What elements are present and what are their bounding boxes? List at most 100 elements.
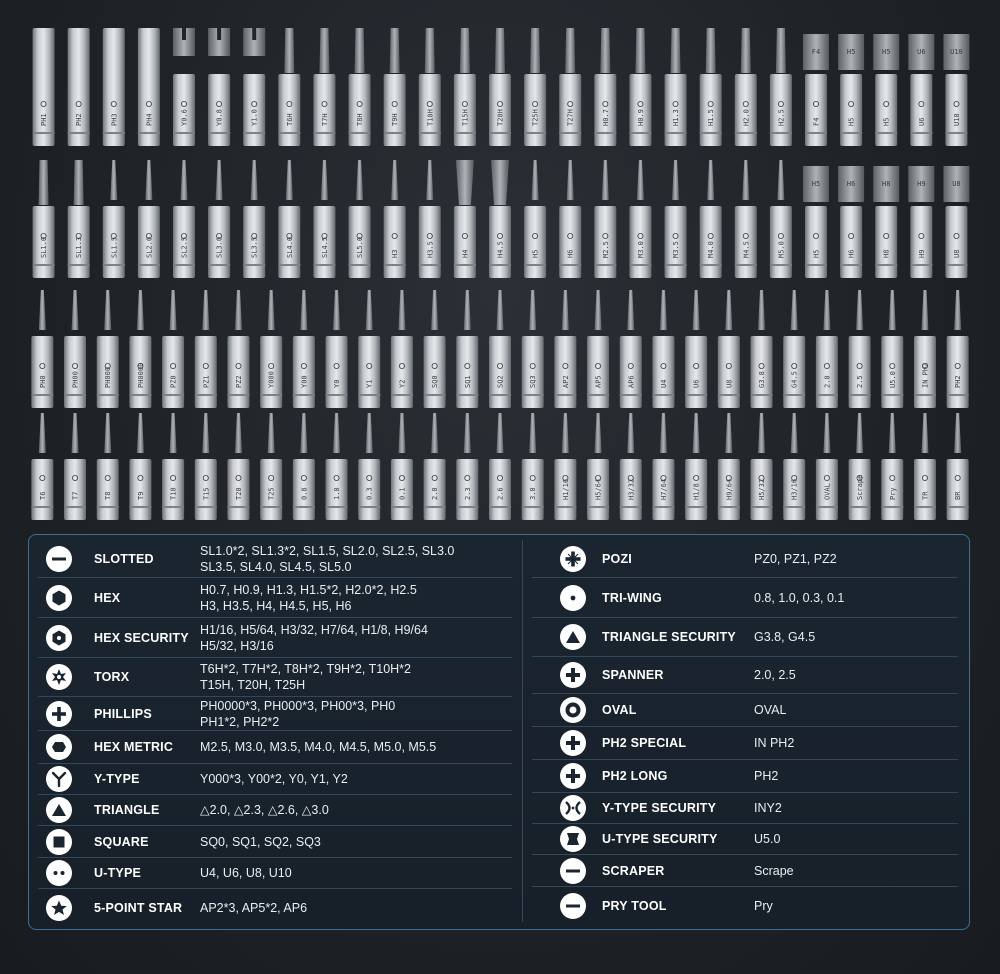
bit-sizes-line: Pry [754, 899, 773, 913]
driver-bit: SL3.0 [208, 160, 231, 278]
driver-bit: U5.0 [881, 290, 904, 408]
bit-sizes-line: H1/16, H5/64, H3/32, H7/64, H1/8, H9/64 [200, 622, 428, 637]
driver-bit: T8H [348, 28, 371, 146]
bit-label: M4.5 [742, 241, 750, 258]
bit-sizes: △2.0, △2.3, △2.6, △3.0 [200, 802, 329, 818]
driver-bit: H0.7 [594, 28, 617, 146]
tri-wing-icon [560, 584, 586, 611]
driver-bit: SL2.5 [173, 160, 195, 278]
driver-bit: SQ1 [456, 290, 479, 408]
bit-label: H6 [848, 250, 856, 258]
bit-label: SQ3 [529, 375, 537, 388]
bit-label: M5.0 [777, 241, 785, 258]
y-type-security-icon [560, 795, 586, 821]
right-spec-row: Y-TYPE SECURITY INY2 [532, 793, 958, 824]
hex-security-icon [46, 624, 72, 651]
driver-bit: Y00 [292, 290, 315, 408]
bit-label: M3.5 [672, 241, 680, 258]
driver-bit: M3.0 [629, 160, 652, 278]
bit-sizes-line: PH0000*3, PH000*3, PH00*3, PH0 [200, 698, 396, 713]
driver-bit: H5 H5 [803, 166, 829, 278]
bit-sizes: PH2 [754, 768, 778, 784]
socket-mark: U6 [917, 48, 925, 56]
right-spec-row: TRI-WING 0.8, 1.0, 0.3, 0.1 [532, 578, 958, 618]
bit-label: H5/32 [758, 479, 766, 500]
bit-type-name: SLOTTED [94, 551, 154, 566]
socket-mark: U8 [952, 180, 960, 188]
driver-bit: H2.5 [769, 28, 792, 146]
u-type-security-icon [560, 826, 586, 852]
bit-sizes: U4, U6, U8, U10 [200, 865, 292, 881]
driver-bit: H1/8 [685, 413, 708, 520]
bit-label: SL3.0 [216, 237, 224, 258]
bit-label: TR [921, 491, 929, 500]
triangle-security-icon [560, 624, 586, 650]
bit-label: AP2 [562, 375, 570, 388]
bit-label: PH1 [40, 113, 48, 126]
socket-mark: H9 [917, 180, 925, 188]
bit-label: H2.5 [777, 109, 785, 126]
bit-label: PH0000 [137, 363, 145, 388]
bit-label: SQ2 [497, 375, 505, 388]
bit-label: PZ2 [235, 375, 243, 388]
bit-type-name: PH2 SPECIAL [602, 736, 687, 750]
bit-label: G4.5 [791, 371, 799, 388]
bit-sizes-line: △2.0, △2.3, △2.6, △3.0 [200, 803, 329, 817]
driver-bit: 1.0 [325, 413, 348, 520]
bit-sizes: SL1.0*2, SL1.3*2, SL1.5, SL2.0, SL2.5, S… [200, 543, 454, 575]
driver-bit: 2.3 [456, 413, 479, 520]
driver-bit: PH2 [67, 28, 90, 146]
bit-type-name: SQUARE [94, 834, 149, 849]
bit-type-name: TORX [94, 670, 130, 684]
driver-bit: U6 U6 [908, 34, 935, 146]
bit-label: U4 [660, 380, 668, 388]
bit-display: PH1 PH2 PH3 PH4 Y0.6 Y0.8 Y1.0 T6H T7H T8H T9H T10H… [31, 28, 970, 520]
bit-type-name: TRIANGLE SECURITY [602, 630, 736, 644]
bit-label: M3.0 [637, 241, 645, 258]
socket-mark: F4 [812, 48, 820, 56]
bit-type-name: U-TYPE SECURITY [602, 832, 718, 846]
driver-bit: T25H [524, 28, 547, 146]
star-icon [46, 894, 72, 921]
bit-label: H4.5 [497, 241, 505, 258]
bit-label: H1.3 [672, 109, 680, 126]
bit-label: G3.8 [758, 371, 766, 388]
bit-sizes-line: H0.7, H0.9, H1.3, H1.5*2, H2.0*2, H2.5 [200, 582, 417, 597]
driver-bit: T25 [260, 413, 283, 520]
bit-sizes: H0.7, H0.9, H1.3, H1.5*2, H2.0*2, H2.5 H3… [200, 582, 417, 614]
u-type-icon [46, 860, 72, 886]
bit-type-name: SPANNER [602, 668, 664, 682]
bit-sizes-line: T15H, T20H, T25H [200, 678, 306, 692]
left-spec-row: Y-TYPE Y000*3, Y00*2, Y0, Y1, Y2 [38, 764, 512, 795]
bit-label: PH2 [75, 113, 83, 126]
y-type-icon [46, 766, 72, 792]
driver-bit: Y1 [358, 290, 381, 408]
driver-bit: 2.0 [423, 413, 446, 520]
right-spec-row: PRY TOOL Pry [532, 887, 958, 925]
bit-label: H3.5 [426, 241, 434, 258]
driver-bit: H1.3 [664, 28, 687, 146]
driver-bit: H5/64 [587, 413, 610, 520]
driver-bit: H5 H5 [873, 34, 900, 146]
driver-bit: TR [913, 413, 936, 520]
ph2-long-icon [560, 763, 586, 789]
bit-label: T6 [39, 492, 47, 500]
scraper-icon [560, 857, 586, 884]
driver-bit: H3 [383, 160, 406, 278]
bit-type-name: OVAL [602, 703, 637, 717]
triangle-icon [46, 797, 72, 823]
bit-label: H1/16 [562, 479, 570, 500]
bit-label: H0.9 [637, 109, 645, 126]
driver-bit: PH0 [31, 290, 54, 408]
bit-sizes-line: M2.5, M3.0, M3.5, M4.0, M4.5, M5.0, M5.5 [200, 740, 437, 754]
bit-label: SL1.3 [75, 237, 83, 258]
bit-label: AP5 [595, 375, 603, 388]
driver-bit: SL1.3 [67, 160, 90, 278]
bit-label: 2.3 [464, 487, 472, 500]
socket-mark: H5 [882, 48, 890, 56]
left-spec-row: 5-POINT STAR AP2*3, AP5*2, AP6 [38, 889, 512, 926]
driver-bit: U10 U10 [943, 34, 970, 146]
bit-sizes-line: INY2 [754, 801, 782, 815]
bit-type-name: TRIANGLE [94, 803, 160, 817]
driver-bit: SL1.5 [102, 160, 125, 278]
